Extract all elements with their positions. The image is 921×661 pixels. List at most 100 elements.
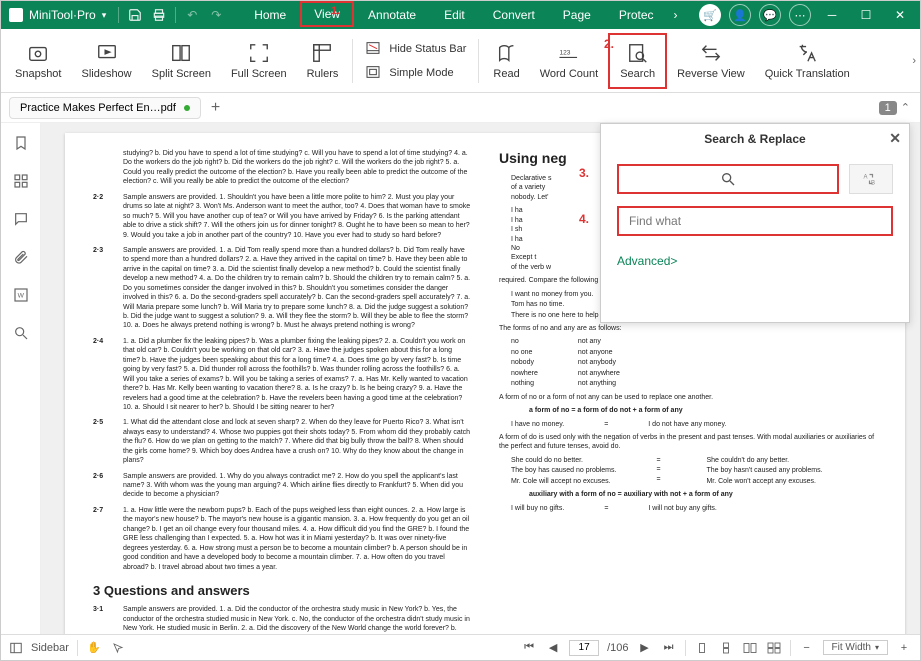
split-screen-label: Split Screen — [152, 68, 211, 80]
read-button[interactable]: Read — [483, 33, 529, 89]
page-number-input[interactable] — [569, 640, 599, 656]
zoom-select[interactable]: Fit Width ▾ — [823, 640, 888, 655]
add-tab-button[interactable]: + — [211, 99, 220, 117]
sidebar-toggle-icon[interactable] — [9, 641, 23, 655]
hand-tool-icon[interactable]: ✋ — [86, 640, 102, 656]
print-icon[interactable] — [151, 7, 167, 23]
zoom-out-icon[interactable]: − — [799, 640, 815, 656]
attachments-icon[interactable] — [11, 247, 31, 267]
text-line: The boy hasn't caused any problems. — [706, 466, 822, 475]
menu-edit[interactable]: Edit — [430, 1, 479, 29]
select-tool-icon[interactable] — [110, 640, 126, 656]
word-count-button[interactable]: 123 Word Count — [530, 33, 609, 89]
dropdown-icon[interactable]: ▾ — [102, 10, 107, 21]
do-table: She could do no better.The boy has cause… — [511, 456, 877, 486]
close-panel-button[interactable]: ✕ — [889, 130, 901, 147]
forms-table: nono onenobodynowherenothing not anynot … — [511, 337, 877, 388]
hide-statusbar-icon — [365, 40, 383, 58]
app-title: MiniTool·Pro — [29, 8, 96, 22]
reverse-view-label: Reverse View — [677, 68, 745, 80]
text-line: not anywhere — [578, 369, 620, 378]
reverse-view-button[interactable]: Reverse View — [667, 33, 755, 89]
replace-tab[interactable]: AB — [849, 164, 893, 194]
page-up-icon[interactable]: ⌃ — [901, 101, 910, 114]
translation-icon — [796, 42, 818, 64]
menu-convert[interactable]: Convert — [479, 1, 549, 29]
text-line: The boy has caused no problems. — [511, 466, 616, 475]
slideshow-button[interactable]: Slideshow — [71, 33, 141, 89]
facing-icon[interactable] — [742, 640, 758, 656]
word-panel-icon[interactable]: W — [11, 285, 31, 305]
maximize-button[interactable]: ☐ — [850, 1, 882, 29]
replace-ex-r: I do not have any money. — [648, 420, 726, 429]
chat-icon[interactable]: 💬 — [759, 4, 781, 26]
split-screen-button[interactable]: Split Screen — [142, 33, 221, 89]
chevron-down-icon: ▾ — [875, 643, 879, 652]
full-screen-button[interactable]: Full Screen — [221, 33, 297, 89]
document-tab[interactable]: Practice Makes Perfect En…pdf — [9, 97, 201, 119]
single-page-icon[interactable] — [694, 640, 710, 656]
prev-page-icon[interactable]: ◀ — [545, 640, 561, 656]
search-label: Search — [620, 68, 655, 80]
search-tab[interactable] — [617, 164, 839, 194]
full-screen-label: Full Screen — [231, 68, 287, 80]
facing-continuous-icon[interactable] — [766, 640, 782, 656]
thumbnails-icon[interactable] — [11, 171, 31, 191]
annotation-4: 4. — [579, 212, 589, 226]
cart-icon[interactable]: 🛒 — [699, 4, 721, 26]
ribbon-scroll-right-icon[interactable]: › — [912, 55, 916, 67]
continuous-icon[interactable] — [718, 640, 734, 656]
menu-home[interactable]: Home — [240, 1, 300, 29]
quick-translation-button[interactable]: Quick Translation — [755, 33, 860, 89]
next-page-icon[interactable]: ▶ — [637, 640, 653, 656]
find-what-placeholder: Find what — [629, 214, 681, 228]
hide-statusbar-button[interactable]: Hide Status Bar — [365, 40, 466, 58]
zoom-in-icon[interactable]: + — [896, 640, 912, 656]
annotation-1: 1. — [331, 5, 340, 17]
menu-view[interactable]: View — [300, 1, 354, 27]
do-line: A form of do is used only with the negat… — [499, 433, 877, 452]
rulers-button[interactable]: Rulers — [297, 33, 349, 89]
zoom-label: Fit Width — [832, 642, 871, 653]
sidebar-label[interactable]: Sidebar — [31, 642, 69, 654]
minimize-button[interactable]: ─ — [816, 1, 848, 29]
row-num: 2·5 — [93, 418, 115, 465]
redo-icon[interactable]: ↷ — [208, 7, 224, 23]
row-num: 2·4 — [93, 337, 115, 413]
quick-translation-label: Quick Translation — [765, 68, 850, 80]
forms-line: The forms of no and any are as follows: — [499, 324, 877, 333]
text-line: Mr. Cole won't accept any excuses. — [706, 477, 822, 486]
section-3-title: 3 Questions and answers — [93, 582, 471, 600]
search-replace-panel: Search & Replace ✕ 3. 4. AB Find what Ad… — [600, 123, 910, 323]
search-button[interactable]: Search — [608, 33, 667, 89]
save-icon[interactable] — [127, 7, 143, 23]
text-line: nothing — [511, 379, 538, 388]
last-page-icon[interactable]: ⏭ — [661, 640, 677, 656]
close-button[interactable]: ✕ — [884, 1, 916, 29]
find-what-input[interactable]: Find what — [617, 206, 893, 236]
menu-protect[interactable]: Protec — [605, 1, 668, 29]
snapshot-button[interactable]: Snapshot — [5, 33, 71, 89]
word-count-label: Word Count — [540, 68, 599, 80]
bookmark-icon[interactable] — [11, 133, 31, 153]
comments-icon[interactable] — [11, 209, 31, 229]
replace-icon: AB — [862, 171, 880, 187]
first-page-icon[interactable]: ⏮ — [521, 640, 537, 656]
advanced-link[interactable]: Advanced> — [617, 254, 677, 268]
menu-annotate[interactable]: Annotate — [354, 1, 430, 29]
app-logo-icon — [9, 8, 23, 22]
menu-more-icon[interactable]: › — [668, 1, 684, 29]
menu-page[interactable]: Page — [549, 1, 605, 29]
undo-icon[interactable]: ↶ — [184, 7, 200, 23]
rulers-label: Rulers — [307, 68, 339, 80]
split-screen-icon — [170, 42, 192, 64]
read-label: Read — [493, 68, 519, 80]
more-icon[interactable]: ⋯ — [789, 4, 811, 26]
search-panel-icon[interactable] — [11, 323, 31, 343]
slideshow-label: Slideshow — [81, 68, 131, 80]
simple-mode-button[interactable]: Simple Mode — [365, 64, 466, 82]
text-line: no — [511, 337, 538, 346]
row-num: 2·7 — [93, 506, 115, 572]
user-icon[interactable]: 👤 — [729, 4, 751, 26]
row-text: studying? b. Did you have to spend a lot… — [123, 149, 471, 187]
